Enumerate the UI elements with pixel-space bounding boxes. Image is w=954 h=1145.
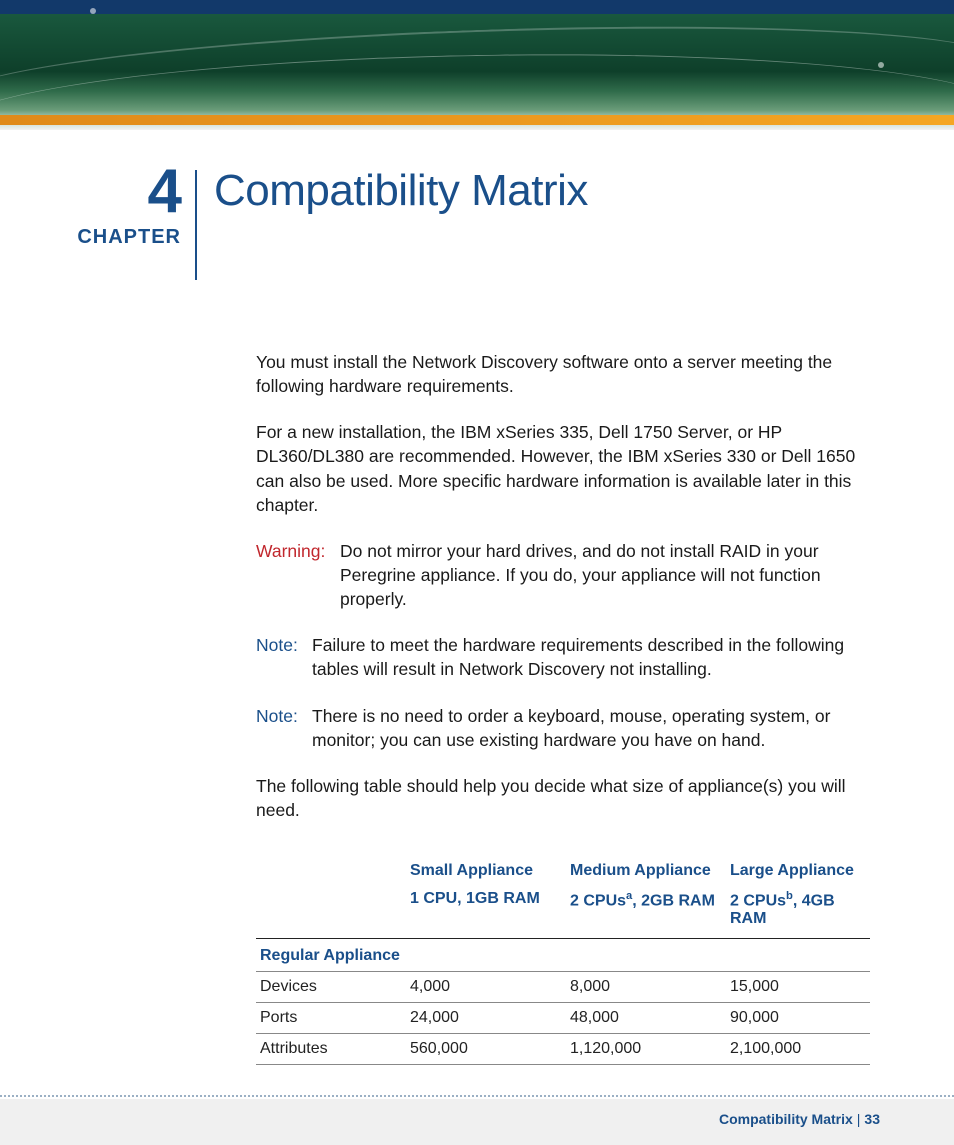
note-text: Failure to meet the hardware requirement…: [312, 633, 870, 681]
col-small-title: Small Appliance: [406, 856, 566, 886]
col-medium-title: Medium Appliance: [566, 856, 726, 886]
note-label: Note:: [256, 704, 298, 728]
note-label: Note:: [256, 633, 298, 657]
chapter-divider: [195, 170, 197, 280]
warning-text: Do not mirror your hard drives, and do n…: [340, 539, 870, 611]
intro-paragraph: For a new installation, the IBM xSeries …: [256, 420, 870, 517]
footer-divider: [0, 1095, 954, 1097]
cell-large: 15,000: [726, 972, 870, 1003]
intro-paragraph: The following table should help you deci…: [256, 774, 870, 822]
warning-callout: Warning: Do not mirror your hard drives,…: [256, 539, 870, 611]
col-large-title: Large Appliance: [726, 856, 870, 886]
cell-medium: 48,000: [566, 1003, 726, 1034]
header-banner: [0, 0, 954, 130]
col-medium-spec: 2 CPUsa, 2GB RAM: [566, 886, 726, 939]
intro-paragraph: You must install the Network Discovery s…: [256, 350, 870, 398]
warning-label: Warning:: [256, 539, 325, 563]
body-content: You must install the Network Discovery s…: [256, 350, 870, 844]
footer-page: 33: [864, 1111, 880, 1127]
col-small-spec: 1 CPU, 1GB RAM: [406, 886, 566, 939]
table-row: Ports 24,000 48,000 90,000: [256, 1003, 870, 1034]
row-label: Ports: [256, 1003, 406, 1034]
chapter-label: CHAPTER: [0, 226, 181, 249]
cell-medium: 1,120,000: [566, 1034, 726, 1065]
cell-large: 90,000: [726, 1003, 870, 1034]
chapter-title: Compatibility Matrix: [214, 166, 588, 216]
banner-stripe-blue: [0, 0, 954, 14]
table-row: Attributes 560,000 1,120,000 2,100,000: [256, 1034, 870, 1065]
cell-small: 560,000: [406, 1034, 566, 1065]
appliance-table: Small Appliance Medium Appliance Large A…: [256, 856, 870, 1065]
row-label: Attributes: [256, 1034, 406, 1065]
footer-title: Compatibility Matrix: [719, 1111, 853, 1127]
cell-small: 4,000: [406, 972, 566, 1003]
table-header-row: 1 CPU, 1GB RAM 2 CPUsa, 2GB RAM 2 CPUsb,…: [256, 886, 870, 939]
footer: Compatibility Matrix|33: [0, 1099, 954, 1145]
cell-medium: 8,000: [566, 972, 726, 1003]
note-text: There is no need to order a keyboard, mo…: [312, 704, 870, 752]
chapter-number: 4: [0, 164, 181, 220]
banner-dot-icon: [878, 62, 884, 68]
note-callout: Note: There is no need to order a keyboa…: [256, 704, 870, 752]
banner-stripe-orange: [0, 115, 954, 125]
cell-large: 2,100,000: [726, 1034, 870, 1065]
col-large-spec: 2 CPUsb, 4GB RAM: [726, 886, 870, 939]
table-header-row: Small Appliance Medium Appliance Large A…: [256, 856, 870, 886]
note-callout: Note: Failure to meet the hardware requi…: [256, 633, 870, 681]
table-section-label: Regular Appliance: [256, 939, 870, 972]
footer-text: Compatibility Matrix|33: [719, 1111, 880, 1127]
cell-small: 24,000: [406, 1003, 566, 1034]
table-section-row: Regular Appliance: [256, 939, 870, 972]
banner-dot-icon: [90, 8, 96, 14]
row-label: Devices: [256, 972, 406, 1003]
table-row: Devices 4,000 8,000 15,000: [256, 972, 870, 1003]
